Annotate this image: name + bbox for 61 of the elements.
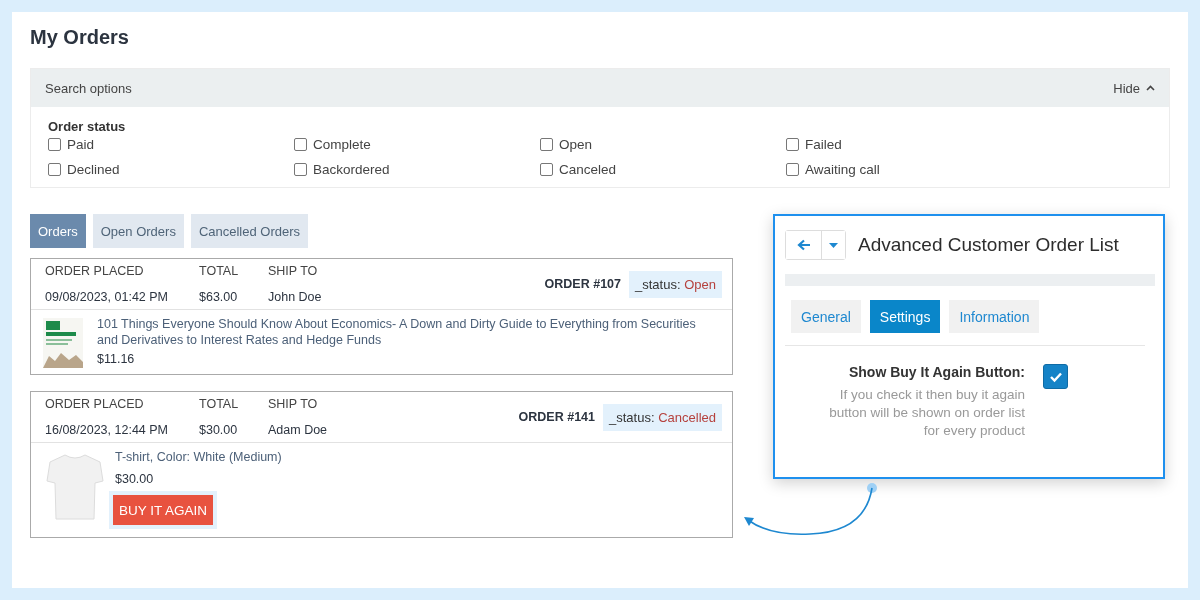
book-cover-drawing: [43, 318, 83, 368]
tab[interactable]: Information: [949, 300, 1040, 333]
checkbox-label: Open: [559, 137, 593, 152]
panel-title: Advanced Customer Order List: [858, 234, 1119, 256]
tab[interactable]: Open Orders: [92, 214, 184, 248]
chevron-up-icon: [1146, 85, 1155, 91]
checkmark-icon: [1048, 370, 1063, 383]
order-number: ORDER #107: [544, 277, 622, 291]
column-heading: SHIP TO: [268, 397, 319, 411]
order-date: 09/08/2023, 01:42 PM: [45, 290, 169, 304]
tab[interactable]: General: [791, 300, 861, 333]
checkbox[interactable]: [294, 138, 307, 151]
checkbox-label: Failed: [805, 137, 842, 152]
checkbox-label: Paid: [67, 137, 95, 152]
column-heading: TOTAL: [199, 397, 240, 411]
setting-help-text: If you check it then buy it again button will be shown on order list for every product: [828, 386, 1025, 440]
checkbox-label: Awaiting call: [805, 162, 880, 177]
status-value: Cancelled: [658, 409, 716, 425]
order-total: $63.00: [199, 290, 239, 304]
checkbox-label: Declined: [67, 162, 120, 177]
ship-to-name: Adam Doe: [268, 423, 329, 437]
checkbox[interactable]: [294, 163, 307, 176]
checkbox-label: Complete: [313, 137, 371, 152]
product-price: $11.16: [97, 352, 136, 366]
tab[interactable]: Cancelled Orders: [190, 214, 309, 248]
status-label: _status:: [635, 276, 681, 292]
status-label: _status:: [609, 409, 655, 425]
order-number: ORDER #141: [518, 410, 595, 424]
checkbox-label: Backordered: [313, 162, 390, 177]
status-value: Open: [684, 276, 716, 292]
tab[interactable]: Orders: [30, 214, 86, 248]
caret-down-icon: [829, 242, 838, 248]
column-heading: TOTAL: [199, 264, 240, 278]
column-heading: SHIP TO: [268, 264, 319, 278]
column-heading: ORDER PLACED: [45, 264, 145, 278]
back-arrow-icon: [796, 239, 811, 251]
setting-label: Show Buy It Again Button:: [849, 364, 1025, 380]
tshirt-drawing: [45, 451, 105, 523]
hide-toggle[interactable]: Hide: [1113, 80, 1155, 96]
checkbox-label: Canceled: [559, 162, 617, 177]
product-title[interactable]: 101 Things Everyone Should Know About Economics- A Down and Dirty Guide to Everything from Securities and Derivatives to Interest Rates and Hedge Funds: [97, 316, 720, 348]
product-title[interactable]: T-shirt, Color: White (Medium): [115, 449, 282, 465]
search-options-header[interactable]: Search options Hide: [31, 69, 1169, 107]
ship-to-name: John Doe: [268, 290, 323, 304]
checkbox[interactable]: [786, 138, 799, 151]
dropdown-button[interactable]: [821, 231, 845, 259]
order-status-label: Order status: [48, 119, 127, 134]
checkbox[interactable]: [786, 163, 799, 176]
buy-it-again-button[interactable]: BUY IT AGAIN: [113, 495, 214, 525]
search-options-label: Search options: [45, 80, 132, 96]
product-price: $30.00: [115, 472, 155, 486]
tab[interactable]: Settings: [869, 300, 941, 333]
checkbox[interactable]: [1043, 364, 1068, 389]
page-title: My Orders: [30, 25, 130, 50]
checkbox[interactable]: [48, 163, 61, 176]
column-heading: ORDER PLACED: [45, 397, 145, 411]
checkbox[interactable]: [48, 138, 61, 151]
order-date: 16/08/2023, 12:44 PM: [45, 423, 169, 437]
checkbox[interactable]: [540, 163, 553, 176]
checkbox[interactable]: [540, 138, 553, 151]
order-total: $30.00: [199, 423, 239, 437]
